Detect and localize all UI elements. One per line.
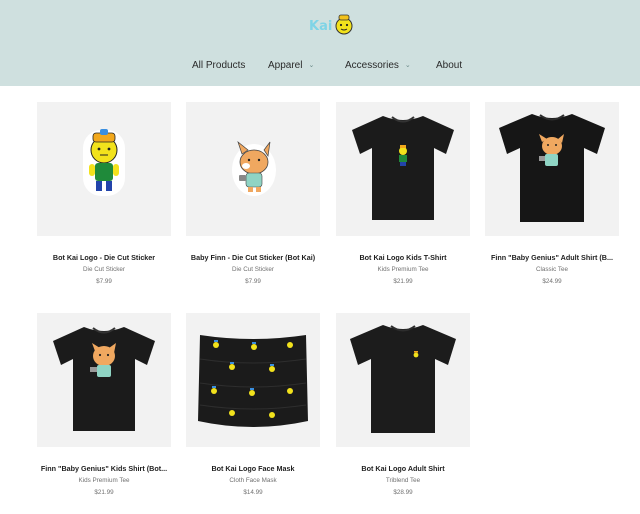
product-title[interactable]: Bot Kai Logo Kids T-Shirt bbox=[330, 253, 476, 262]
product-image[interactable] bbox=[336, 102, 470, 236]
product-price: $7.99 bbox=[245, 278, 261, 285]
product-price: $24.99 bbox=[542, 278, 562, 285]
product-grid: Bot Kai Logo - Die Cut Sticker Die Cut S… bbox=[0, 86, 640, 514]
nav-apparel[interactable]: Apparel ⌄ bbox=[268, 60, 314, 71]
product-title[interactable]: Baby Finn - Die Cut Sticker (Bot Kai) bbox=[180, 253, 326, 262]
svg-text:Kai: Kai bbox=[309, 19, 332, 34]
product-image[interactable] bbox=[186, 102, 320, 236]
product-price: $21.99 bbox=[94, 489, 114, 496]
product-title[interactable]: Finn "Baby Genius" Adult Shirt (B... bbox=[479, 253, 625, 262]
product-type: Die Cut Sticker bbox=[83, 266, 125, 273]
nav-all-products[interactable]: All Products bbox=[192, 60, 245, 71]
product-type: Kids Premium Tee bbox=[78, 477, 130, 484]
chevron-down-icon: ⌄ bbox=[308, 62, 315, 69]
product-type: Classic Tee bbox=[535, 266, 569, 273]
product-type: Triblend Tee bbox=[385, 477, 421, 484]
product-image[interactable] bbox=[37, 313, 171, 447]
nav-accessories-label: Accessories bbox=[345, 60, 399, 71]
product-title[interactable]: Bot Kai Logo Adult Shirt bbox=[330, 464, 476, 473]
nav-about[interactable]: About bbox=[436, 60, 462, 71]
product-title[interactable]: Bot Kai Logo Face Mask bbox=[180, 464, 326, 473]
product-title[interactable]: Bot Kai Logo - Die Cut Sticker bbox=[31, 253, 177, 262]
main-nav: All Products Apparel ⌄ Accessories ⌄ About bbox=[0, 60, 640, 78]
product-type: Cloth Face Mask bbox=[229, 477, 277, 484]
product-type: Kids Premium Tee bbox=[377, 266, 429, 273]
product-image[interactable] bbox=[186, 313, 320, 447]
product-image[interactable] bbox=[37, 102, 171, 236]
product-price: $21.99 bbox=[393, 278, 413, 285]
nav-about-label: About bbox=[436, 60, 463, 71]
product-price: $7.99 bbox=[96, 278, 112, 285]
product-type: Die Cut Sticker bbox=[232, 266, 274, 273]
product-title[interactable]: Finn "Baby Genius" Kids Shirt (Bot... bbox=[31, 464, 177, 473]
product-image[interactable] bbox=[336, 313, 470, 447]
product-price: $14.99 bbox=[243, 489, 263, 496]
nav-accessories[interactable]: Accessories ⌄ bbox=[345, 60, 411, 71]
product-price: $28.99 bbox=[393, 489, 413, 496]
bot-kai-logo-icon[interactable]: Kai bbox=[307, 10, 355, 40]
nav-apparel-label: Apparel bbox=[268, 60, 303, 71]
site-header: Kai All Products Apparel ⌄ Accessories ⌄ A… bbox=[0, 0, 640, 86]
nav-all-products-label: All Products bbox=[192, 60, 246, 71]
product-image[interactable] bbox=[485, 102, 619, 236]
chevron-down-icon: ⌄ bbox=[404, 62, 411, 69]
